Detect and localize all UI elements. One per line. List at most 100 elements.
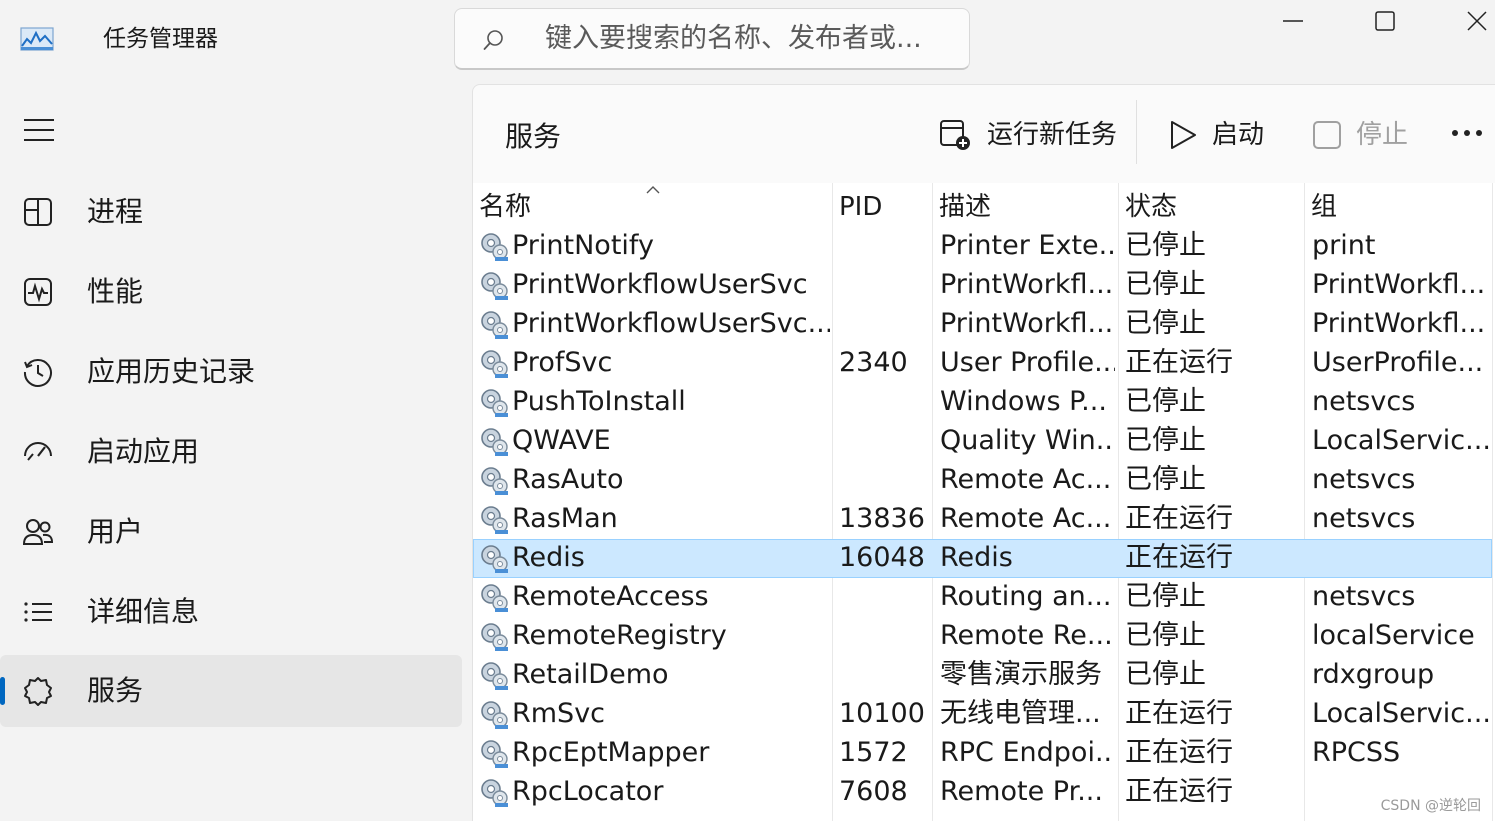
hamburger-menu-icon[interactable] bbox=[24, 118, 54, 142]
cell-description: Redis bbox=[940, 542, 1013, 573]
table-row[interactable]: PrintNotify Printer Exte... 已停止 print bbox=[473, 227, 1492, 266]
column-separator[interactable] bbox=[1492, 183, 1493, 821]
cell-name: RetailDemo bbox=[512, 659, 669, 690]
cell-name: PrintWorkflowUserSvc... bbox=[512, 308, 830, 339]
cell-status: 正在运行 bbox=[1125, 347, 1233, 378]
cell-name: PrintWorkflowUserSvc bbox=[512, 269, 808, 300]
cell-pid: 13836 bbox=[839, 503, 925, 534]
service-gear-icon bbox=[478, 269, 510, 301]
service-gear-icon bbox=[478, 698, 510, 730]
cell-pid: 7608 bbox=[839, 776, 908, 807]
sidebar-item-label: 进程 bbox=[87, 195, 144, 228]
cell-group: netsvcs bbox=[1312, 464, 1416, 495]
main-panel: 服务 运行新任务 启动 停止 名称 PID 描述 状态 组 PrintNotif… bbox=[472, 84, 1495, 821]
sidebar-item-details[interactable]: 详细信息 bbox=[0, 576, 462, 648]
service-gear-icon bbox=[478, 542, 510, 574]
details-icon bbox=[24, 602, 52, 622]
cell-status: 正在运行 bbox=[1125, 776, 1233, 807]
cell-status: 正在运行 bbox=[1125, 698, 1233, 729]
cell-status: 已停止 bbox=[1125, 581, 1206, 612]
close-button[interactable] bbox=[1442, 0, 1495, 44]
table-header: 名称 PID 描述 状态 组 bbox=[473, 183, 1495, 227]
table-row[interactable]: PrintWorkflowUserSvc PrintWorkfl... 已停止 Pri… bbox=[473, 266, 1492, 305]
stop-button[interactable]: 停止 bbox=[1311, 107, 1411, 163]
cell-description: Remote Ac... bbox=[940, 464, 1112, 495]
service-gear-icon bbox=[478, 347, 510, 379]
toolbar-separator bbox=[1136, 100, 1137, 164]
cell-group: LocalServic... bbox=[1312, 425, 1490, 456]
stop-icon bbox=[1313, 121, 1341, 149]
run-new-task-label: 运行新任务 bbox=[987, 120, 1118, 150]
cell-group: print bbox=[1312, 230, 1376, 261]
cell-status: 已停止 bbox=[1125, 269, 1206, 300]
start-button[interactable]: 启动 bbox=[1167, 107, 1267, 163]
maximize-button[interactable] bbox=[1350, 0, 1420, 44]
performance-icon bbox=[24, 278, 52, 306]
cell-name: RemoteRegistry bbox=[512, 620, 727, 651]
minimize-button[interactable] bbox=[1258, 0, 1328, 44]
run-new-task-button[interactable]: 运行新任务 bbox=[939, 107, 1117, 163]
sidebar-item-app-history[interactable]: 应用历史记录 bbox=[0, 336, 462, 408]
cell-status: 已停止 bbox=[1125, 464, 1206, 495]
sidebar-item-users[interactable]: 用户 bbox=[0, 496, 462, 568]
sidebar-item-services[interactable]: 服务 bbox=[0, 655, 462, 727]
table-row[interactable]: RpcEptMapper 1572 RPC Endpoi... 正在运行 RPCSS bbox=[473, 734, 1492, 773]
cell-pid: 16048 bbox=[839, 542, 925, 573]
cell-description: 零售演示服务 bbox=[940, 659, 1102, 690]
column-header-description[interactable]: 描述 bbox=[939, 189, 991, 225]
cell-group: netsvcs bbox=[1312, 581, 1416, 612]
table-row[interactable]: ProfSvc 2340 User Profile... 正在运行 UserProfil… bbox=[473, 344, 1492, 383]
column-header-group[interactable]: 组 bbox=[1311, 189, 1337, 225]
services-icon bbox=[24, 677, 52, 706]
cell-pid: 2340 bbox=[839, 347, 908, 378]
maximize-icon bbox=[1375, 11, 1395, 31]
cell-description: Remote Pr... bbox=[940, 776, 1103, 807]
table-row[interactable]: RasMan 13836 Remote Ac... 正在运行 netsvcs bbox=[473, 500, 1492, 539]
table-row[interactable]: PushToInstall Windows P... 已停止 netsvcs bbox=[473, 383, 1492, 422]
table-row[interactable]: RemoteRegistry Remote Re... 已停止 localServic… bbox=[473, 617, 1492, 656]
sidebar-item-performance[interactable]: 性能 bbox=[0, 256, 462, 328]
table-row[interactable]: RasAuto Remote Ac... 已停止 netsvcs bbox=[473, 461, 1492, 500]
column-header-pid[interactable]: PID bbox=[839, 189, 882, 225]
cell-description: 无线电管理... bbox=[940, 698, 1101, 729]
table-row[interactable]: RmSvc 10100 无线电管理... 正在运行 LocalServic... bbox=[473, 695, 1492, 734]
table-row[interactable]: RpcLocator 7608 Remote Pr... 正在运行 bbox=[473, 773, 1492, 812]
cell-group: localService bbox=[1312, 620, 1475, 651]
table-row[interactable]: QWAVE Quality Win... 已停止 LocalServic... bbox=[473, 422, 1492, 461]
service-gear-icon bbox=[478, 230, 510, 262]
processes-icon bbox=[24, 198, 52, 226]
cell-status: 已停止 bbox=[1125, 386, 1206, 417]
cell-group: UserProfile... bbox=[1312, 347, 1484, 378]
table-row[interactable]: PrintWorkflowUserSvc... PrintWorkfl... 已停止… bbox=[473, 305, 1492, 344]
sidebar-item-label: 启动应用 bbox=[87, 435, 200, 468]
sidebar-item-label: 应用历史记录 bbox=[87, 355, 256, 388]
minimize-icon bbox=[1283, 20, 1303, 22]
cell-status: 已停止 bbox=[1125, 425, 1206, 456]
sidebar-item-processes[interactable]: 进程 bbox=[0, 176, 462, 248]
cell-description: RPC Endpoi... bbox=[940, 737, 1115, 768]
more-options-icon[interactable] bbox=[1449, 121, 1489, 145]
sort-ascending-icon bbox=[646, 186, 660, 194]
table-row[interactable]: RemoteAccess Routing an... 已停止 netsvcs bbox=[473, 578, 1492, 617]
cell-name: PushToInstall bbox=[512, 386, 686, 417]
cell-group: RPCSS bbox=[1312, 737, 1401, 768]
service-gear-icon bbox=[478, 581, 510, 613]
play-icon bbox=[1171, 121, 1196, 149]
sidebar-item-startup-apps[interactable]: 启动应用 bbox=[0, 416, 462, 488]
cell-name: RpcLocator bbox=[512, 776, 664, 807]
column-header-name[interactable]: 名称 bbox=[479, 189, 531, 225]
startup-apps-icon bbox=[24, 442, 52, 461]
cell-name: PrintNotify bbox=[512, 230, 654, 261]
close-icon bbox=[1467, 11, 1487, 31]
run-new-task-icon bbox=[940, 120, 970, 150]
cell-description: Remote Re... bbox=[940, 620, 1113, 651]
cell-status: 已停止 bbox=[1125, 230, 1206, 261]
cell-name: RpcEptMapper bbox=[512, 737, 710, 768]
search-box[interactable]: 键入要搜索的名称、发布者或... bbox=[454, 8, 970, 70]
cell-group: rdxgroup bbox=[1312, 659, 1435, 690]
search-placeholder[interactable]: 键入要搜索的名称、发布者或... bbox=[545, 22, 922, 56]
table-row[interactable]: RetailDemo 零售演示服务 已停止 rdxgroup bbox=[473, 656, 1492, 695]
table-row[interactable]: Redis 16048 Redis 正在运行 bbox=[473, 539, 1492, 578]
cell-status: 已停止 bbox=[1125, 620, 1206, 651]
column-header-status[interactable]: 状态 bbox=[1125, 189, 1177, 225]
